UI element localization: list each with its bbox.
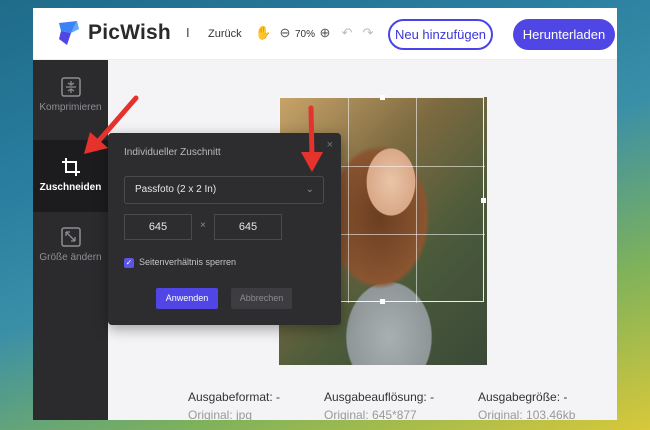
header-separator: I <box>186 25 190 40</box>
zoom-level: 70% <box>295 29 316 40</box>
crop-handle[interactable] <box>481 198 486 203</box>
annotation-arrow-dropdown <box>301 105 323 172</box>
top-bar: PicWish I Zurück ✋ ⊖ 70% ⊕ ↶ ↷ Neu hinzu… <box>33 8 617 60</box>
download-button[interactable]: Herunterladen <box>513 19 615 50</box>
crop-grid-line <box>416 98 417 303</box>
apply-button[interactable]: Anwenden <box>156 288 218 309</box>
crop-preset-select[interactable]: Passfoto (2 x 2 In) ⌄ <box>124 176 324 204</box>
redo-icon[interactable]: ↷ <box>360 25 376 41</box>
lock-ratio-checkbox[interactable]: ✓ <box>124 258 134 268</box>
zoom-in-icon[interactable]: ⊕ <box>317 25 333 41</box>
crop-preset-value: Passfoto (2 x 2 In) <box>135 184 217 195</box>
lock-ratio-label: Seitenverhältnis sperren <box>139 257 237 267</box>
sidebar-item-label: Größe ändern <box>39 252 102 263</box>
annotation-arrow-sidebar <box>84 95 139 154</box>
compress-icon <box>60 77 81 97</box>
hand-icon[interactable]: ✋ <box>255 25 271 41</box>
times-symbol: × <box>200 220 206 231</box>
output-format-label: Ausgabeformat: - <box>188 390 281 404</box>
undo-icon[interactable]: ↶ <box>339 25 355 41</box>
add-new-button[interactable]: Neu hinzufügen <box>388 19 493 50</box>
crop-handle[interactable] <box>380 95 385 100</box>
original-resolution: Original: 645*877 <box>324 408 417 420</box>
sidebar-item-label: Zuschneiden <box>39 182 102 193</box>
height-input[interactable]: 645 <box>214 214 282 240</box>
sidebar-item-resize[interactable]: Größe ändern <box>33 226 108 276</box>
back-link[interactable]: Zurück <box>208 28 242 40</box>
close-icon[interactable]: × <box>327 139 333 151</box>
zoom-out-icon[interactable]: ⊖ <box>277 25 293 41</box>
crop-icon <box>61 158 80 176</box>
resize-icon <box>60 227 81 247</box>
output-format-info: Ausgabeformat: - Original: jpg <box>188 390 280 420</box>
picwish-logo-icon <box>59 21 79 45</box>
output-resolution-info: Ausgabeauflösung: - Original: 645*877 <box>324 390 434 420</box>
crop-grid-line <box>348 98 349 303</box>
width-input[interactable]: 645 <box>124 214 192 240</box>
logo-text: PicWish <box>88 21 171 44</box>
crop-handle[interactable] <box>380 299 385 304</box>
original-size: Original: 103.46kb <box>478 408 576 420</box>
chevron-down-icon: ⌄ <box>305 184 314 195</box>
output-size-label: Ausgabegröße: - <box>478 390 568 404</box>
cancel-button[interactable]: Abbrechen <box>231 288 292 309</box>
output-resolution-label: Ausgabeauflösung: - <box>324 390 435 404</box>
output-size-info: Ausgabegröße: - Original: 103.46kb <box>478 390 575 420</box>
original-format: Original: jpg <box>188 408 253 420</box>
